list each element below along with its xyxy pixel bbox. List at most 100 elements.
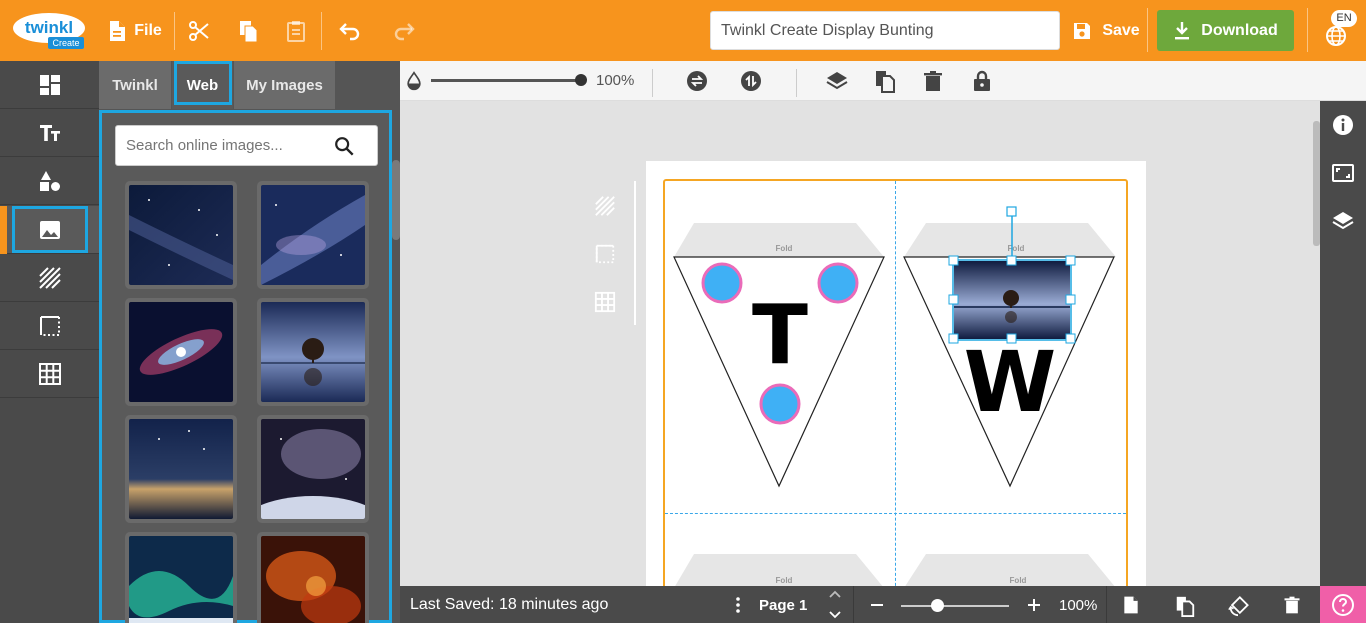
- trash-icon[interactable]: [921, 69, 945, 93]
- duplicate-page-icon[interactable]: [1174, 595, 1196, 617]
- toolbar-divider: [174, 12, 175, 50]
- grid-icon[interactable]: [594, 291, 616, 313]
- twinkl-create-logo[interactable]: twinkl Create: [12, 12, 88, 50]
- last-saved-text: Last Saved: 18 minutes ago: [410, 596, 609, 613]
- clipboard-icon: [287, 20, 305, 42]
- file-icon: [110, 20, 126, 41]
- zoom-slider-handle[interactable]: [931, 599, 944, 612]
- grid-icon: [38, 362, 61, 385]
- toolbar-divider: [652, 69, 653, 97]
- fit-screen-icon[interactable]: [1331, 161, 1355, 185]
- image-result[interactable]: [125, 415, 237, 523]
- flag-letter-t[interactable]: T: [752, 288, 808, 383]
- download-icon: [1175, 21, 1190, 39]
- rail-grid-button[interactable]: [0, 350, 99, 398]
- cut-button[interactable]: [184, 0, 214, 61]
- flag-letter-w[interactable]: W: [964, 333, 1057, 431]
- file-menu-button[interactable]: File: [104, 0, 166, 61]
- toolbar-divider: [1147, 8, 1148, 52]
- image-result[interactable]: [257, 298, 369, 406]
- layers-icon[interactable]: [1331, 209, 1355, 233]
- rotate-page-icon[interactable]: [1227, 595, 1249, 617]
- help-button[interactable]: [1320, 586, 1366, 623]
- decorative-dot[interactable]: [701, 262, 743, 304]
- canvas-scrollbar[interactable]: [1313, 101, 1320, 586]
- flip-vertical-icon[interactable]: [739, 69, 763, 93]
- image-result[interactable]: [125, 298, 237, 406]
- search-icon[interactable]: [333, 135, 355, 157]
- logo-sub-text: Create: [52, 38, 79, 48]
- decorative-dot[interactable]: [817, 262, 859, 304]
- panel-scrollbar-thumb[interactable]: [392, 160, 400, 240]
- download-button[interactable]: Download: [1157, 10, 1294, 51]
- undo-button[interactable]: [335, 0, 365, 61]
- more-vertical-icon[interactable]: [730, 596, 746, 614]
- add-page-icon[interactable]: [1121, 595, 1141, 615]
- zoom-in-icon[interactable]: [1026, 597, 1042, 613]
- selected-image[interactable]: [954, 261, 1070, 339]
- delete-page-icon[interactable]: [1282, 595, 1302, 615]
- chevron-up-icon[interactable]: [828, 589, 842, 599]
- bunting-page[interactable]: Fold T Fold W Fold Fold: [646, 161, 1146, 586]
- nebula-galaxy-image: [129, 302, 233, 402]
- object-toolbar: 100%: [400, 61, 1366, 101]
- image-result[interactable]: [257, 532, 369, 623]
- image-panel: Twinkl Web My Images: [99, 61, 400, 623]
- tab-my-images[interactable]: My Images: [234, 61, 335, 109]
- info-icon[interactable]: [1331, 113, 1355, 137]
- background-pattern-icon[interactable]: [594, 195, 616, 217]
- decorative-dot[interactable]: [759, 383, 801, 425]
- border-icon[interactable]: [594, 243, 616, 265]
- text-icon: [39, 124, 60, 141]
- rail-templates-button[interactable]: [0, 61, 99, 109]
- status-divider: [853, 586, 854, 623]
- duplicate-icon[interactable]: [873, 69, 897, 93]
- redo-button[interactable]: [389, 0, 419, 61]
- layers-icon[interactable]: [825, 69, 849, 93]
- page-indicator: Page 1: [759, 597, 808, 614]
- opacity-slider-track[interactable]: [431, 79, 581, 82]
- galaxy-sky-image: [261, 185, 365, 285]
- fold-label: Fold: [776, 576, 793, 585]
- design-canvas[interactable]: Fold T Fold W Fold Fold: [400, 101, 1320, 586]
- undo-icon: [339, 22, 360, 40]
- canvas-side-tools: [590, 181, 650, 331]
- panel-scrollbar[interactable]: [392, 110, 400, 623]
- canvas-scrollbar-thumb[interactable]: [1313, 121, 1320, 246]
- flip-horizontal-icon[interactable]: [685, 69, 709, 93]
- document-title-field[interactable]: Twinkl Create Display Bunting: [710, 11, 1060, 50]
- opacity-slider-handle[interactable]: [575, 74, 587, 86]
- copy-button[interactable]: [233, 0, 263, 61]
- fire-nebula-image: [261, 536, 365, 623]
- rail-text-button[interactable]: [0, 109, 99, 157]
- image-result[interactable]: [125, 532, 237, 623]
- milky-way-image: [129, 185, 233, 285]
- save-button[interactable]: Save: [1066, 0, 1146, 61]
- scissors-icon: [189, 20, 209, 41]
- tab-twinkl[interactable]: Twinkl: [99, 61, 171, 109]
- image-result[interactable]: [257, 181, 369, 289]
- globe-icon: [1326, 25, 1346, 46]
- tab-web[interactable]: Web: [172, 61, 233, 109]
- floppy-disk-icon: [1074, 22, 1091, 39]
- zoom-slider-track[interactable]: [901, 605, 1009, 607]
- rail-backgrounds-button[interactable]: [0, 254, 99, 302]
- chevron-down-icon[interactable]: [828, 610, 842, 620]
- rail-images-button[interactable]: [0, 206, 99, 254]
- language-badge: EN: [1331, 10, 1357, 27]
- shapes-icon: [39, 170, 60, 191]
- download-label: Download: [1201, 21, 1278, 39]
- zoom-value: 100%: [1059, 597, 1098, 614]
- image-result[interactable]: [257, 415, 369, 523]
- lock-icon[interactable]: [970, 69, 994, 93]
- image-result[interactable]: [125, 181, 237, 289]
- paste-button[interactable]: [281, 0, 311, 61]
- zoom-out-icon[interactable]: [869, 598, 885, 612]
- web-images-panel: [99, 110, 392, 623]
- tree-reflection-image: [261, 302, 365, 402]
- help-icon: [1332, 593, 1354, 616]
- rail-shapes-button[interactable]: [0, 157, 99, 205]
- rail-borders-button[interactable]: [0, 302, 99, 350]
- active-rail-indicator: [0, 206, 7, 254]
- search-input[interactable]: [116, 126, 326, 165]
